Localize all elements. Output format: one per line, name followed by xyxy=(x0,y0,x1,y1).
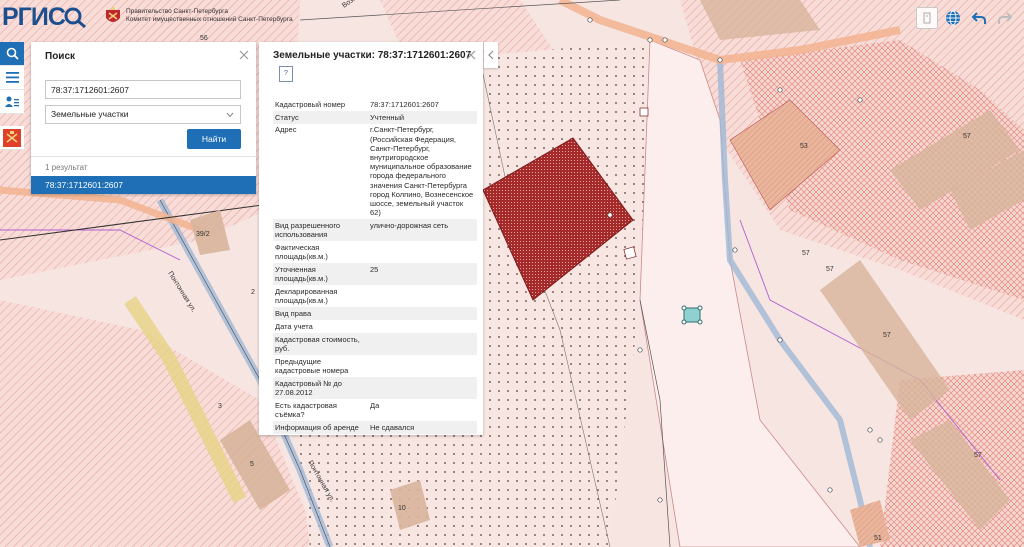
logo-magnifier-icon xyxy=(64,7,86,29)
undo-button[interactable] xyxy=(968,7,990,29)
attribute-row: Вид права xyxy=(273,307,477,321)
attribute-value: Не сдавался xyxy=(368,420,477,434)
gov-line-1: Правительство Санкт-Петербурга xyxy=(126,8,228,15)
find-button[interactable]: Найти xyxy=(187,129,241,149)
attribute-value: Учтенный xyxy=(368,110,477,124)
attribute-row: Кадастровый номер 78:37:1712601:2607 xyxy=(273,98,477,111)
attribute-key: Статус xyxy=(273,110,368,124)
selected-parcel-marker[interactable] xyxy=(681,305,703,325)
gov-line-2: Комитет имущественных отношений Санкт-Пе… xyxy=(126,16,293,23)
search-type-value: Земельные участки xyxy=(51,109,129,119)
search-type-select[interactable]: Земельные участки xyxy=(45,105,241,124)
attribute-value xyxy=(368,376,477,399)
map-building-label: 2 xyxy=(251,289,255,296)
attribute-row: Есть кадастровая съёмка? Да xyxy=(273,399,477,421)
attribute-row: Вид разрешенного использования улично-дор… xyxy=(273,219,477,242)
map-building-label: 57 xyxy=(826,266,834,273)
attribute-key: Адрес xyxy=(275,125,297,135)
map-building-label: 57 xyxy=(883,332,891,339)
collapse-panel-button[interactable] xyxy=(484,42,498,68)
attribute-value xyxy=(368,355,477,377)
map-building-label: 57 xyxy=(974,452,982,459)
attribute-row: Декларированная площадь(кв.м.) xyxy=(273,285,477,307)
attribute-value: г.Санкт-Петербург, (Российская Федерация… xyxy=(370,125,474,218)
map-building-label: 39/2 xyxy=(196,231,210,238)
info-panel-title: Земельные участки: 78:37:1712601:2607 xyxy=(273,50,472,61)
city-flag-button[interactable] xyxy=(0,126,24,150)
close-icon[interactable] xyxy=(465,49,477,61)
user-list-button[interactable] xyxy=(0,90,24,114)
attribute-row: Информация об аренде Не сдавался xyxy=(273,420,477,434)
attribute-row: Кадастровая стоимость, руб. xyxy=(273,332,477,355)
attribute-key: Вид разрешенного использования xyxy=(273,219,368,242)
attribute-value xyxy=(368,241,477,263)
map-building-label: 53 xyxy=(800,143,808,150)
attribute-key: Информация об аренде xyxy=(273,420,368,434)
map-building-label: 56 xyxy=(200,35,208,42)
help-button[interactable]: ? xyxy=(279,66,293,82)
attribute-key: Вид права xyxy=(273,307,368,321)
chevron-left-icon xyxy=(488,50,494,60)
attribute-row: Предыдущие кадастровые номера xyxy=(273,355,477,377)
search-panel-title: Поиск xyxy=(45,51,76,62)
search-panel: Поиск Земельные участки Найти 1 результа… xyxy=(31,42,256,194)
attribute-row: Статус Учтенный xyxy=(273,110,477,124)
attribute-value: Да xyxy=(370,400,380,410)
redo-icon xyxy=(998,12,1013,24)
divider xyxy=(31,156,256,157)
search-tool-button[interactable] xyxy=(0,42,24,66)
undo-icon xyxy=(971,12,986,24)
government-header: Правительство Санкт-Петербурга Комитет и… xyxy=(104,6,293,26)
attribute-key: Дата учета xyxy=(275,321,313,331)
map-building-label: 5 xyxy=(250,461,254,468)
chevron-down-icon xyxy=(226,112,234,118)
attribute-key: Кадастровая стоимость, руб. xyxy=(273,332,368,355)
map-building-label: 57 xyxy=(963,133,971,140)
attribute-value: 25 xyxy=(368,263,477,286)
menu-icon xyxy=(5,72,19,83)
map-building-label: 57 xyxy=(802,250,810,257)
redo-button[interactable] xyxy=(994,7,1016,29)
logo-text: РГИС xyxy=(2,2,66,31)
attribute-key: Есть кадастровая съёмка? xyxy=(275,400,337,419)
search-icon xyxy=(6,47,19,60)
search-input[interactable] xyxy=(45,80,241,99)
map-building-label: 3 xyxy=(218,403,222,410)
spb-crest-icon xyxy=(106,7,120,22)
attribute-row: Фактическая площадь(кв.м.) xyxy=(273,241,477,263)
attribute-value: 78:37:1712601:2607 xyxy=(370,99,439,109)
search-result-item[interactable]: 78:37:1712601:2607 xyxy=(31,176,256,194)
attribute-value xyxy=(368,332,477,355)
attribute-value xyxy=(368,285,477,307)
attribute-row: Кадастровый № до 27.08.2012 xyxy=(273,376,477,399)
result-count: 1 результат xyxy=(45,163,88,172)
spb-flag-icon xyxy=(3,128,21,147)
print-button[interactable] xyxy=(916,7,938,29)
user-list-icon xyxy=(5,96,19,107)
map-building-label: 10 xyxy=(398,505,406,512)
print-icon xyxy=(923,12,931,24)
attribute-key: Кадастровый номер xyxy=(275,99,346,109)
attribute-row: Адрес г.Санкт-Петербург, (Российская Феде… xyxy=(273,124,477,220)
attribute-value xyxy=(368,320,477,333)
close-icon[interactable] xyxy=(238,49,250,61)
attribute-key: Кадастровый № до 27.08.2012 xyxy=(273,376,368,399)
language-button[interactable] xyxy=(942,7,964,29)
attribute-row: Уточненная площадь(кв.м.) 25 xyxy=(273,263,477,286)
attributes-table: Кадастровый номер 78:37:1712601:2607 Стату… xyxy=(273,98,477,434)
layers-menu-button[interactable] xyxy=(0,66,24,90)
attribute-key: Декларированная площадь(кв.м.) xyxy=(275,287,338,306)
attribute-key: Уточненная площадь(кв.м.) xyxy=(273,263,368,286)
attribute-value xyxy=(368,307,477,321)
rgis-logo[interactable]: РГИС xyxy=(0,2,87,32)
attribute-key: Фактическая площадь(кв.м.) xyxy=(275,243,328,262)
globe-icon xyxy=(946,10,960,26)
map-building-label: 51 xyxy=(874,535,882,542)
attribute-row: Дата учета xyxy=(273,320,477,333)
attribute-value: улично-дорожная сеть xyxy=(368,219,477,242)
parcel-info-panel: Земельные участки: 78:37:1712601:2607 ? … xyxy=(259,42,483,435)
attribute-key: Предыдущие кадастровые номера xyxy=(275,356,349,375)
